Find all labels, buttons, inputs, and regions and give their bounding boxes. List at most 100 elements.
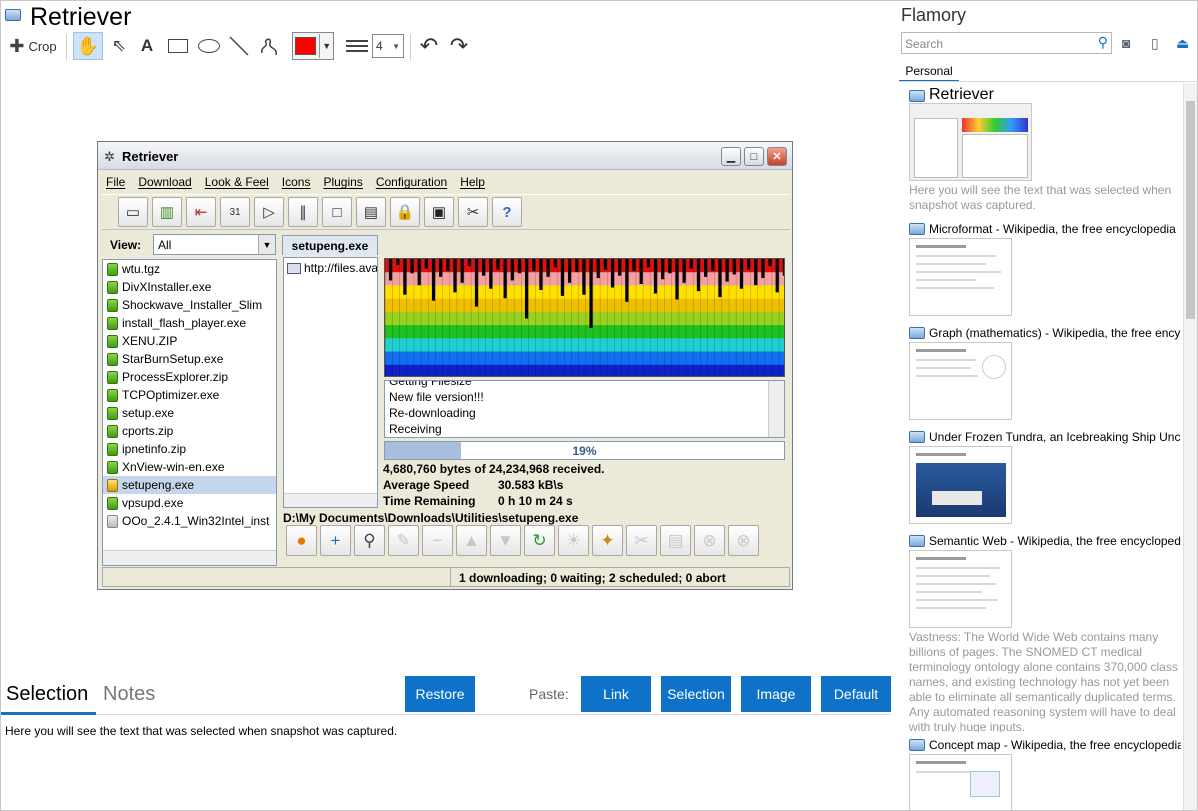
segment-divider [556, 259, 558, 376]
color-picker[interactable]: ▼ [292, 32, 334, 60]
segment-gap [610, 259, 615, 288]
help-icon: ? [492, 197, 522, 227]
hand-tool-button[interactable]: ✋ [73, 32, 103, 60]
crop-button[interactable]: ✚ Crop [6, 32, 60, 60]
file-name: TCPOptimizer.exe [122, 388, 220, 402]
segment-band [385, 325, 784, 339]
segment-gap [546, 259, 550, 277]
paste-default-button[interactable]: Default [821, 676, 891, 712]
freehand-tool-button[interactable] [256, 32, 282, 60]
view-label: View: [110, 238, 142, 252]
segment-gap [410, 259, 414, 274]
snapshot-title[interactable]: Graph (mathematics) - Wikipedia, the fre… [929, 326, 1181, 340]
segment-divider [778, 259, 780, 376]
paste-link-button[interactable]: Link [581, 676, 651, 712]
document-icon[interactable]: ▯ [1151, 35, 1159, 52]
rectangle-icon [168, 39, 188, 53]
line-tool-button[interactable] [226, 32, 252, 60]
list-item: Shockwave_Installer_Slim [103, 296, 276, 314]
file-name: setupeng.exe [122, 478, 195, 492]
file-name: install_flash_player.exe [122, 316, 247, 330]
snapshot-title[interactable]: Semantic Web - Wikipedia, the free encyc… [929, 534, 1181, 548]
segment-divider [721, 259, 723, 376]
snapshot-thumbnail[interactable] [909, 238, 1012, 316]
tab-personal[interactable]: Personal [899, 60, 959, 82]
undo-button[interactable]: ↶ [416, 32, 442, 60]
retriever-toolbar: ▭ ▥ ⇤ 31 ▷ ∥ □ ▤ 🔒 ▣ ✂ ? [102, 194, 790, 230]
tab-divider [0, 714, 891, 715]
snapshot-description: Vastness: The World Wide Web contains ma… [909, 630, 1178, 732]
file-name: vpsupd.exe [122, 496, 184, 510]
segment-gap [417, 259, 421, 286]
scrollbar-thumb[interactable] [1186, 101, 1195, 319]
snapshot-thumbnail[interactable] [909, 754, 1012, 811]
snapshot-thumbnail[interactable] [909, 446, 1012, 524]
segment-gap [746, 259, 751, 270]
paste-selection-button[interactable]: Selection [661, 676, 731, 712]
line-width-select[interactable]: 4 ▼ [372, 34, 404, 58]
stop-icon: □ [322, 197, 352, 227]
app-icon [5, 9, 21, 21]
file-status-icon [107, 460, 118, 474]
segment-divider [456, 259, 458, 376]
segment-divider [592, 259, 594, 376]
snapshot-thumbnail[interactable] [909, 342, 1012, 420]
pause-icon: ∥ [288, 197, 318, 227]
log-line: Receiving [389, 422, 442, 436]
list-item: cports.zip [103, 422, 276, 440]
list-item: OOo_2.4.1_Win32Intel_inst [103, 512, 276, 530]
segment-divider [635, 259, 637, 376]
restore-button[interactable]: Restore [405, 676, 475, 712]
segment-divider [628, 259, 630, 376]
segment-gap [761, 259, 765, 279]
segment-gap [725, 259, 729, 282]
tab-notes[interactable]: Notes [103, 683, 155, 706]
file-status-icon [107, 280, 118, 294]
url-icon [287, 262, 301, 274]
file-status-icon [107, 424, 118, 438]
snapshot-title[interactable]: Under Frozen Tundra, an Icebreaking Ship… [929, 430, 1181, 444]
collapse-icon[interactable]: ⏏ [1176, 35, 1189, 52]
segment-divider [442, 259, 443, 376]
redo-button[interactable]: ↷ [446, 32, 472, 60]
segment-divider [714, 259, 715, 376]
file-name: OOo_2.4.1_Win32Intel_inst [122, 514, 270, 528]
snapshot-title[interactable]: Concept map - Wikipedia, the free encycl… [929, 738, 1181, 752]
new-icon: ▭ [118, 197, 148, 227]
segment-divider [757, 259, 758, 376]
segment-gap [596, 259, 600, 279]
snapshot-thumbnail[interactable] [909, 103, 1032, 181]
file-status-icon [107, 406, 118, 420]
snapshot-title[interactable]: Microformat - Wikipedia, the free encycl… [929, 222, 1181, 236]
snapshot-title[interactable]: Retriever [929, 86, 1181, 104]
paste-image-button[interactable]: Image [741, 676, 811, 712]
window-titlebar: ✲ Retriever ▁ □ ✕ [98, 142, 792, 170]
segment-divider [599, 259, 601, 376]
segment-gap [539, 259, 543, 290]
segment-gap [446, 259, 450, 271]
segment-divider [585, 259, 587, 376]
search-icon[interactable]: ⚲ [1098, 34, 1108, 51]
segment-gap [503, 259, 507, 299]
file-name: cports.zip [122, 424, 174, 438]
camera-icon[interactable]: ◙ [1122, 35, 1130, 51]
rectangle-tool-button[interactable] [165, 32, 191, 60]
sidebar-scrollbar[interactable] [1183, 83, 1197, 811]
select-tool-button[interactable]: ⇖ [107, 32, 131, 60]
segment-divider [427, 259, 429, 376]
tab-selection[interactable]: Selection [6, 683, 88, 706]
segment-gap [575, 259, 579, 273]
snapshot-thumbnail[interactable] [909, 550, 1012, 628]
segment-band [385, 351, 784, 366]
segment-divider [678, 259, 680, 376]
line-width-icon [344, 32, 370, 60]
ellipse-tool-button[interactable] [195, 32, 223, 60]
segment-gap [661, 259, 665, 280]
text-tool-button[interactable]: A [135, 32, 159, 60]
undo-icon: ↶ [419, 33, 439, 58]
search-input[interactable]: Search ⚲ [901, 32, 1112, 54]
snapshot-icon [909, 223, 925, 235]
file-name: StarBurnSetup.exe [122, 352, 224, 366]
edit-icon: ✎ [388, 525, 419, 556]
list-item: setupeng.exe [103, 476, 276, 494]
